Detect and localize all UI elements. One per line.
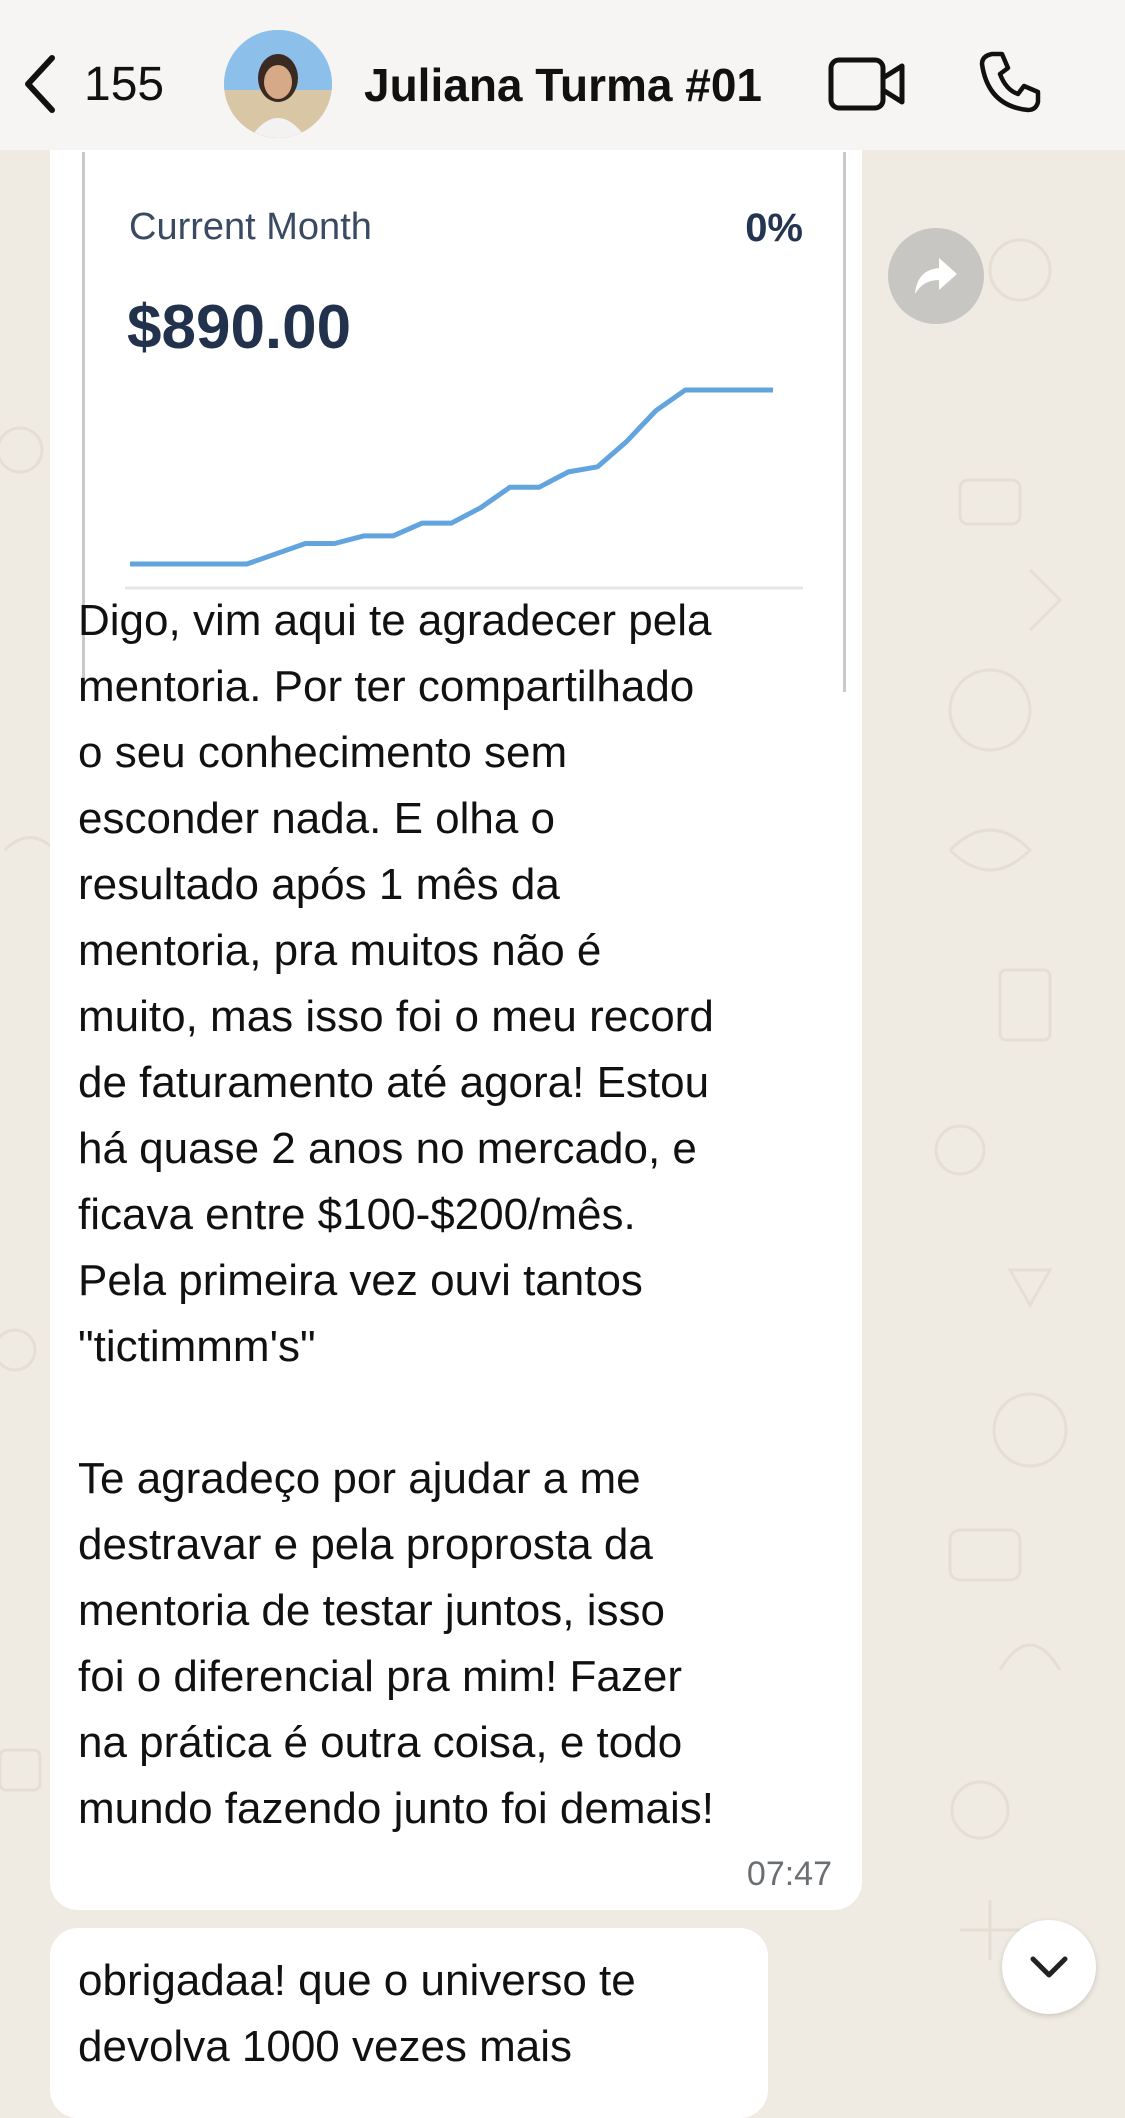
chat-header: 155 Juliana Turma #01: [0, 0, 1125, 150]
message-timestamp: 07:47: [746, 1855, 832, 1893]
contact-avatar[interactable]: [224, 30, 332, 138]
chart-percent: 0%: [745, 206, 803, 250]
message-text: Digo, vim aqui te agradecer pela mentori…: [78, 596, 714, 1833]
forward-arrow-icon: [915, 258, 957, 294]
chevron-down-icon: [1030, 1956, 1068, 1978]
scroll-to-bottom-button[interactable]: [1002, 1920, 1096, 2014]
message-bubble-incoming[interactable]: obrigadaa! que o universo te devolva 100…: [50, 1928, 768, 2118]
unread-count: 155: [84, 57, 165, 111]
voice-call-button[interactable]: [978, 50, 1042, 119]
chart-series-line: [130, 387, 773, 567]
chevron-left-icon: [25, 55, 55, 113]
back-button[interactable]: 155: [22, 52, 164, 116]
forward-button[interactable]: [888, 228, 984, 324]
video-icon: [828, 57, 905, 111]
phone-icon: [979, 51, 1041, 113]
chart-period-label: Current Month: [129, 206, 372, 248]
video-call-button[interactable]: [828, 54, 906, 119]
avatar-photo: [224, 30, 332, 138]
message-bubble-incoming[interactable]: Current Month 0% $890.00 Digo, vim aqui …: [50, 120, 862, 1910]
contact-name[interactable]: Juliana Turma #01: [364, 58, 762, 112]
chart-amount: $890.00: [127, 293, 352, 362]
message-text: obrigadaa! que o universo te devolva 100…: [78, 1956, 636, 2071]
